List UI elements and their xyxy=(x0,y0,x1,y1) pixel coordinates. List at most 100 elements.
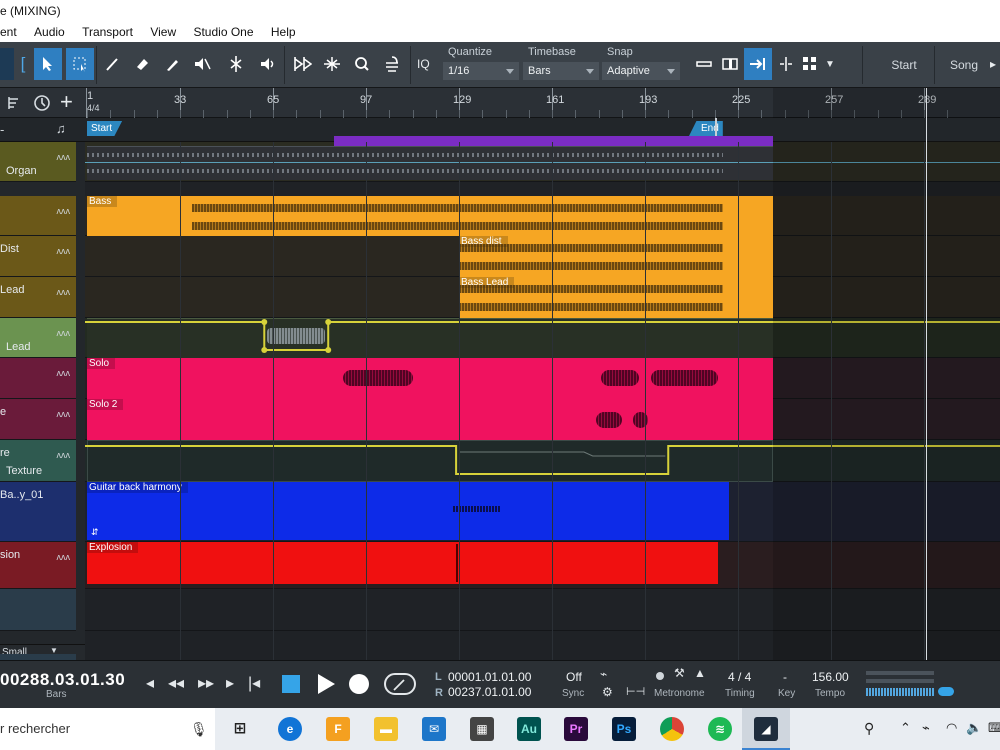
menu-item-transport[interactable]: Transport xyxy=(82,22,133,42)
menu-item-studio-one[interactable]: Studio One xyxy=(193,22,253,42)
zoom-tool-button[interactable] xyxy=(348,48,376,80)
add-track-icon[interactable]: + xyxy=(60,90,73,114)
waveform-icon[interactable]: ʌʌʌ xyxy=(57,246,71,256)
taskbar-active-app[interactable]: ◢ xyxy=(742,708,790,750)
master-toggle-icon[interactable] xyxy=(938,687,954,696)
wrench-icon[interactable]: ⚒ xyxy=(674,666,685,680)
bass-lead-event[interactable]: Bass Lead xyxy=(459,277,773,318)
slip-edit-button[interactable] xyxy=(288,48,316,80)
guitar-back-harmony-event[interactable]: Guitar back harmony ⇵ xyxy=(87,482,730,540)
loop-button[interactable] xyxy=(384,673,416,695)
power-icon[interactable]: ⌁ xyxy=(922,720,930,736)
premiere-icon[interactable]: Pr xyxy=(564,717,588,741)
range-tool-button[interactable] xyxy=(66,48,94,80)
snap-events-button[interactable] xyxy=(716,48,744,80)
track-header[interactable]: ʌʌʌ xyxy=(0,358,76,399)
track-lane[interactable] xyxy=(85,589,1000,631)
return-to-zero-icon[interactable]: |◂ xyxy=(248,673,260,693)
mail-icon[interactable]: ✉ xyxy=(422,717,446,741)
track-header[interactable]: e ʌʌʌ xyxy=(0,399,76,440)
purple-event-strip[interactable] xyxy=(334,136,773,146)
track-header[interactable]: Ba..y_01 xyxy=(0,482,76,542)
loop-right-value[interactable]: 00237.01.01.00 xyxy=(448,685,531,699)
timebase-select[interactable]: Bars xyxy=(523,62,599,80)
forward-icon[interactable]: ▸▸ xyxy=(198,673,214,693)
sync-value[interactable]: Off xyxy=(566,670,582,684)
mute-tool-button[interactable] xyxy=(188,48,216,80)
layout-options-button[interactable] xyxy=(798,48,822,80)
listen-tool-button[interactable] xyxy=(254,48,282,80)
waveform-icon[interactable]: ʌʌʌ xyxy=(57,450,71,460)
timing-value[interactable]: 4 / 4 xyxy=(728,670,751,684)
gear-icon[interactable]: ⚙ xyxy=(602,685,613,699)
waveform-icon[interactable]: ʌʌʌ xyxy=(57,152,71,162)
spotify-icon[interactable]: ≋ xyxy=(708,717,732,741)
start-page-button[interactable]: Start xyxy=(872,48,936,82)
track-header[interactable]: Lead ʌʌʌ xyxy=(0,318,76,358)
precount-icon[interactable]: ⌁ xyxy=(600,667,607,681)
auto-scroll-button[interactable] xyxy=(378,48,406,80)
snap-grid-button[interactable] xyxy=(690,48,718,80)
store-icon[interactable]: ▦ xyxy=(470,717,494,741)
loop-left-value[interactable]: 00001.01.01.00 xyxy=(448,670,531,684)
wifi-icon[interactable]: ◠ xyxy=(946,720,957,736)
chevron-up-icon[interactable]: ⌃ xyxy=(900,720,911,736)
ruler-icon[interactable]: ⊢⊣ xyxy=(626,685,645,698)
chevron-down-icon[interactable]: ▼ xyxy=(822,48,838,80)
bend-tool-button[interactable] xyxy=(222,48,250,80)
waveform-icon[interactable]: ʌʌʌ xyxy=(57,552,71,562)
iq-button[interactable]: IQ xyxy=(417,57,430,71)
end-marker[interactable]: End xyxy=(689,121,723,136)
menu-item-help[interactable]: Help xyxy=(271,22,296,42)
waveform-icon[interactable]: ʌʌʌ xyxy=(57,287,71,297)
microphone-icon[interactable]: 🎙 xyxy=(190,708,208,750)
automation-line[interactable] xyxy=(85,162,1000,163)
play-button[interactable] xyxy=(318,674,335,694)
edge-browser-icon[interactable]: e xyxy=(278,717,302,741)
keyboard-icon[interactable]: ⌨ xyxy=(988,720,1000,736)
snap-select[interactable]: Adaptive xyxy=(602,62,680,80)
task-view-icon[interactable]: ⊞ xyxy=(228,717,252,741)
arrange-view[interactable]: 1 4/4 33 65 97 129 161 193 225 257 289 Start End B… xyxy=(85,88,1000,660)
track-header[interactable] xyxy=(0,589,76,631)
photoshop-icon[interactable]: Ps xyxy=(612,717,636,741)
track-header[interactable]: re Texture ʌʌʌ xyxy=(0,440,76,482)
chrome-icon[interactable] xyxy=(660,717,684,741)
waveform-icon[interactable]: ʌʌʌ xyxy=(57,368,71,378)
forward-end-icon[interactable]: ▸ xyxy=(226,673,234,693)
texture-automation-region[interactable] xyxy=(87,440,773,482)
paint-tool-button[interactable] xyxy=(158,48,186,80)
metronome-icon[interactable]: ▲ xyxy=(694,666,706,680)
instrument-icon[interactable] xyxy=(6,95,22,111)
playhead-cursor[interactable] xyxy=(926,88,927,660)
eraser-tool-button[interactable] xyxy=(128,48,156,80)
quantize-select[interactable]: 1/16 xyxy=(443,62,519,80)
key-value[interactable]: - xyxy=(783,670,787,684)
track-header[interactable]: sion ʌʌʌ xyxy=(0,542,76,589)
menu-item-view[interactable]: View xyxy=(150,22,176,42)
clock-icon[interactable] xyxy=(33,94,51,112)
fl-studio-icon[interactable]: F xyxy=(326,717,350,741)
waveform-icon[interactable]: ʌʌʌ xyxy=(57,328,71,338)
menu-item-document[interactable]: ent xyxy=(0,22,17,42)
track-header[interactable]: Lead ʌʌʌ xyxy=(0,277,76,318)
tempo-value[interactable]: 156.00 xyxy=(812,670,849,684)
waveform-icon[interactable]: ʌʌʌ xyxy=(57,409,71,419)
taskbar-search-box[interactable]: r rechercher 🎙 xyxy=(0,708,215,750)
solo-event[interactable]: Solo xyxy=(87,358,773,399)
explosion-event[interactable]: Explosion xyxy=(87,542,718,584)
song-page-button[interactable]: Song xyxy=(936,48,992,82)
menu-item-audio[interactable]: Audio xyxy=(34,22,65,42)
rewind-icon[interactable]: ◂◂ xyxy=(168,673,184,693)
cursor-follow-button[interactable] xyxy=(772,48,800,80)
file-explorer-icon[interactable]: ▬ xyxy=(374,717,398,741)
bass-dist-event[interactable]: Bass dist xyxy=(459,236,773,277)
bass-event[interactable]: Bass xyxy=(87,196,773,236)
track-header[interactable]: Organ ʌʌʌ xyxy=(0,142,76,182)
volume-icon[interactable]: 🔈 xyxy=(966,720,982,736)
chevron-right-icon[interactable]: ▸ xyxy=(986,48,1000,80)
stop-button[interactable] xyxy=(282,675,300,693)
split-tool-button[interactable] xyxy=(98,48,126,80)
arrow-tool-button[interactable] xyxy=(34,48,62,80)
rewind-start-icon[interactable]: ◂ xyxy=(146,673,154,693)
